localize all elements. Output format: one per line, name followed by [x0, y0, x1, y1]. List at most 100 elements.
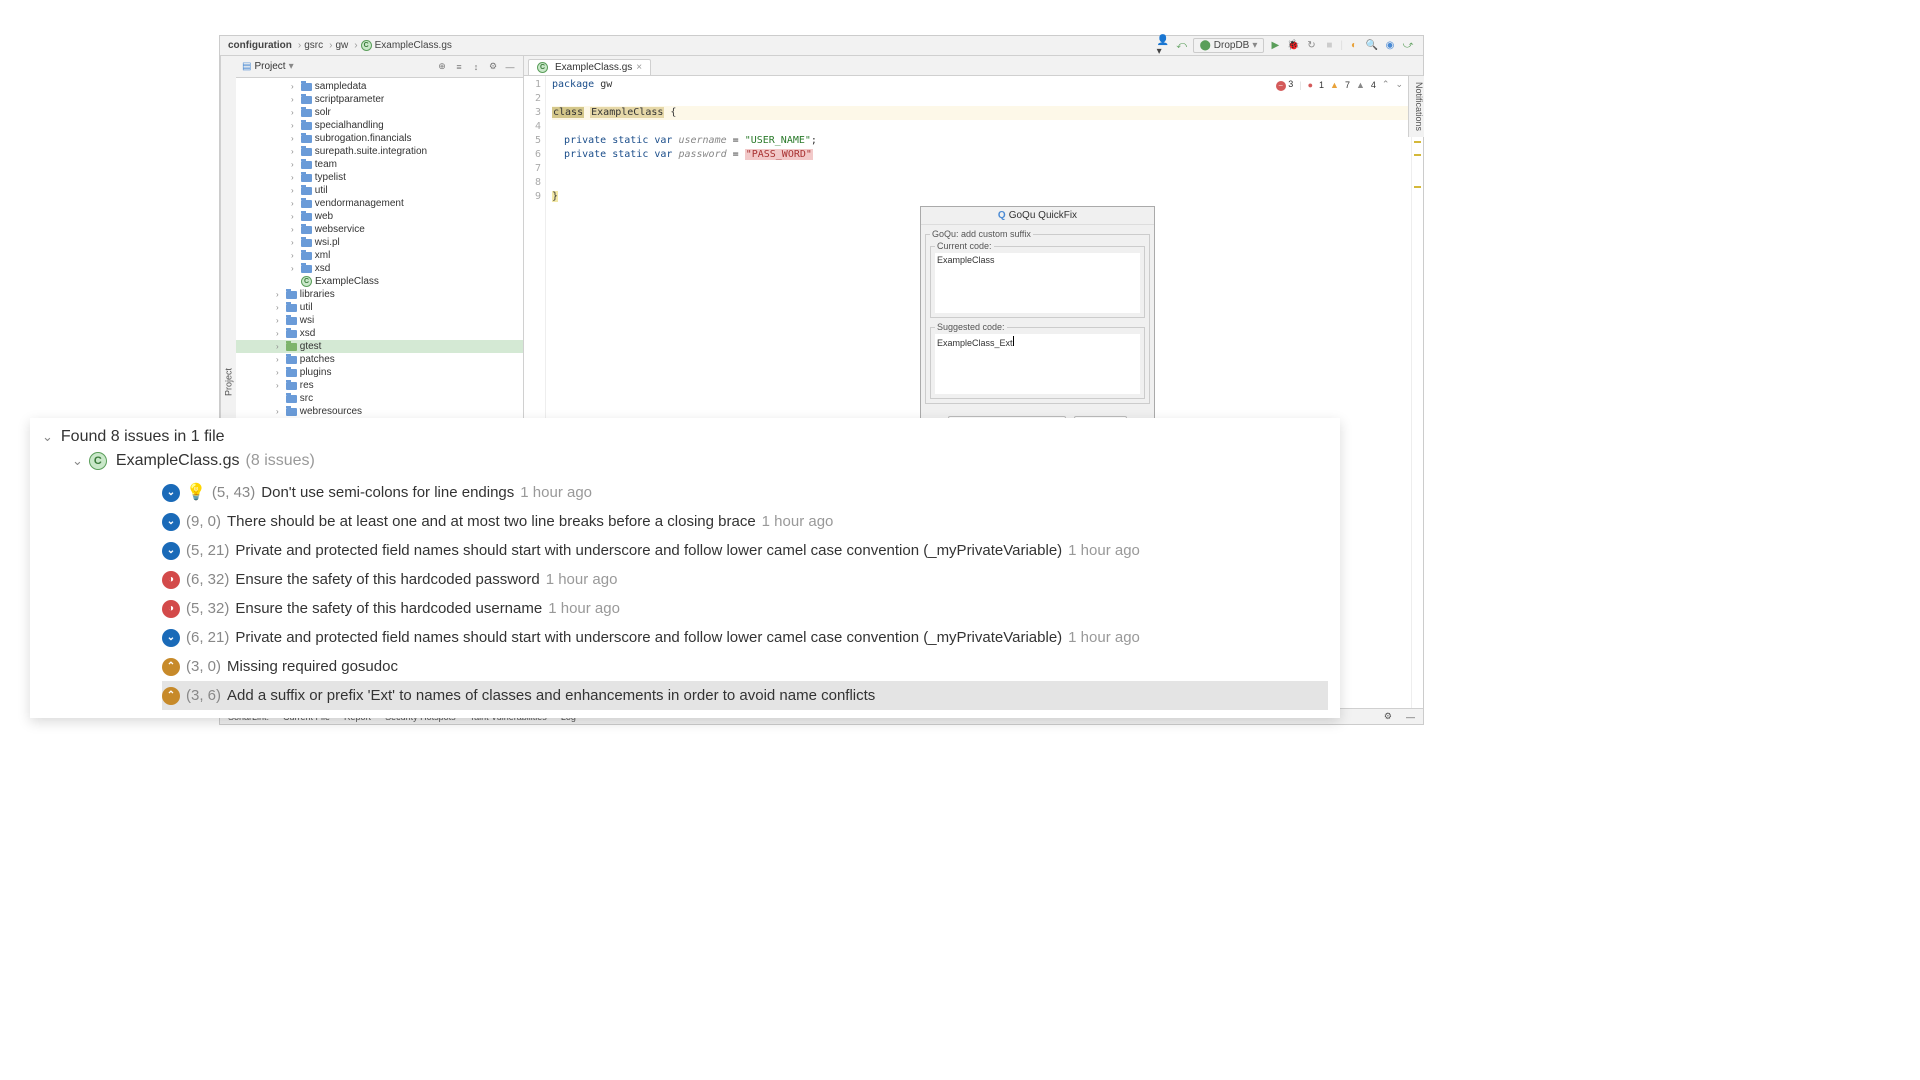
folder-icon — [286, 356, 297, 364]
tree-item[interactable]: › libraries — [236, 288, 523, 301]
tree-item[interactable]: › gtest — [236, 340, 523, 353]
folder-icon — [286, 317, 297, 325]
user-icon[interactable]: 👤▾ — [1157, 39, 1171, 53]
issue-time: 1 hour ago — [1068, 536, 1140, 565]
issue-location: (3, 0) — [186, 652, 221, 681]
folder-icon — [301, 148, 312, 156]
pin-icon[interactable]: ◉ — [1383, 39, 1397, 53]
forward-icon[interactable]: ⤻ — [1401, 39, 1415, 53]
tree-item[interactable]: src — [236, 392, 523, 405]
gear-icon[interactable]: ⚙ — [486, 60, 500, 74]
issue-item[interactable]: ⌃ (3, 0) Missing required gosudoc — [162, 652, 1328, 681]
issue-item[interactable]: ◑ (6, 32) Ensure the safety of this hard… — [162, 565, 1328, 594]
issue-severity-icon: ⌄ — [162, 484, 180, 502]
tree-item[interactable]: › sampledata — [236, 80, 523, 93]
vcs-icon[interactable]: ◐ — [1347, 39, 1361, 53]
project-panel-header: ▤ Project ▾ ⊕ ≡ ↕ ⚙ — — [236, 56, 523, 78]
class-icon: C — [89, 452, 107, 470]
gear-icon[interactable]: ⚙ — [1384, 711, 1392, 722]
folder-icon — [301, 135, 312, 143]
issues-file-row[interactable]: ⌄ C ExampleClass.gs (8 issues) — [72, 452, 1328, 470]
search-icon[interactable]: 🔍 — [1365, 39, 1379, 53]
stop-icon[interactable]: ■ — [1322, 39, 1336, 53]
issue-location: (6, 32) — [186, 565, 229, 594]
tree-item[interactable]: › util — [236, 301, 523, 314]
tree-item[interactable]: › vendormanagement — [236, 197, 523, 210]
toolbar-icons: 👤▾ ⤺ ⬤ DropDB ▾ ▶ 🐞 ↻ ■ | ◐ 🔍 ◉ ⤻ — [1157, 38, 1415, 53]
tree-item[interactable]: › subrogation.financials — [236, 132, 523, 145]
folder-icon — [301, 122, 312, 130]
chevron-down-icon[interactable]: ⌄ — [72, 453, 83, 469]
tree-item[interactable]: › wsi.pl — [236, 236, 523, 249]
issue-message: Add a suffix or prefix 'Ext' to names of… — [227, 681, 875, 710]
folder-icon — [301, 187, 312, 195]
debug-icon[interactable]: 🐞 — [1286, 39, 1300, 53]
tree-item[interactable]: › webservice — [236, 223, 523, 236]
tree-item[interactable]: › xsd — [236, 262, 523, 275]
chevron-down-icon[interactable]: ⌄ — [42, 429, 53, 445]
breadcrumb-item[interactable]: configuration — [228, 40, 292, 51]
issue-location: (6, 21) — [186, 623, 229, 652]
issue-item[interactable]: ⌄ 💡 (5, 43) Don't use semi-colons for li… — [162, 478, 1328, 507]
folder-icon — [286, 304, 297, 312]
close-icon[interactable]: × — [636, 62, 642, 73]
tree-item[interactable]: › xsd — [236, 327, 523, 340]
tree-item[interactable]: › patches — [236, 353, 523, 366]
issue-location: (3, 6) — [186, 681, 221, 710]
project-dropdown-icon[interactable]: ▤ — [242, 61, 251, 72]
folder-icon — [286, 330, 297, 338]
folder-icon — [301, 96, 312, 104]
dialog-subtitle: GoQu: add custom suffix — [930, 229, 1033, 239]
issue-message: Private and protected field names should… — [235, 536, 1062, 565]
tree-item[interactable]: › webresources — [236, 405, 523, 418]
suggested-code-text[interactable]: ExampleClass_Ext — [935, 334, 1140, 394]
inspection-badges[interactable]: – 3 | ●1 ▲7 ▲4 ⌃ ⌄ — [1276, 79, 1403, 91]
issues-header[interactable]: ⌄ Found 8 issues in 1 file — [42, 428, 1328, 446]
hide-icon[interactable]: — — [1406, 712, 1415, 722]
issues-panel: ⌄ Found 8 issues in 1 file ⌄ C ExampleCl… — [30, 418, 1340, 718]
folder-icon — [286, 408, 297, 416]
breadcrumb-item[interactable]: gsrc — [304, 40, 323, 51]
tree-item[interactable]: CExampleClass — [236, 275, 523, 288]
tree-item[interactable]: › util — [236, 184, 523, 197]
error-strip[interactable] — [1411, 76, 1423, 708]
run-config-dropdown[interactable]: ⬤ DropDB ▾ — [1193, 38, 1265, 53]
issue-item[interactable]: ⌄ (9, 0) There should be at least one an… — [162, 507, 1328, 536]
issue-message: There should be at least one and at most… — [227, 507, 756, 536]
tree-item[interactable]: › scriptparameter — [236, 93, 523, 106]
class-icon: C — [301, 276, 312, 287]
issue-item[interactable]: ⌃ (3, 6) Add a suffix or prefix 'Ext' to… — [162, 681, 1328, 710]
issue-item[interactable]: ⌄ (5, 21) Private and protected field na… — [162, 536, 1328, 565]
back-icon[interactable]: ⤺ — [1175, 39, 1189, 53]
target-icon[interactable]: ⊕ — [435, 60, 449, 74]
tree-item[interactable]: › xml — [236, 249, 523, 262]
folder-icon — [301, 226, 312, 234]
folder-icon — [301, 213, 312, 221]
editor-tab[interactable]: C ExampleClass.gs × — [528, 59, 651, 75]
folder-icon — [286, 382, 297, 390]
notifications-tool-button[interactable]: Notifications — [1408, 76, 1424, 137]
tree-item[interactable]: › team — [236, 158, 523, 171]
project-panel-title[interactable]: Project — [254, 61, 285, 72]
folder-icon — [286, 343, 297, 351]
expand-icon[interactable]: ↕ — [469, 60, 483, 74]
collapse-icon[interactable]: ≡ — [452, 60, 466, 74]
tree-item[interactable]: › solr — [236, 106, 523, 119]
tree-item[interactable]: › plugins — [236, 366, 523, 379]
tree-item[interactable]: › surepath.suite.integration — [236, 145, 523, 158]
issue-item[interactable]: ⌄ (6, 21) Private and protected field na… — [162, 623, 1328, 652]
tree-item[interactable]: › web — [236, 210, 523, 223]
folder-icon — [301, 265, 312, 273]
tree-item[interactable]: › wsi — [236, 314, 523, 327]
tree-item[interactable]: › specialhandling — [236, 119, 523, 132]
hide-icon[interactable]: — — [503, 60, 517, 74]
class-icon: C — [361, 40, 372, 51]
breadcrumb-item[interactable]: ExampleClass.gs — [375, 40, 452, 51]
bulb-icon[interactable]: 💡 — [186, 478, 206, 507]
breadcrumb-item[interactable]: gw — [335, 40, 348, 51]
refresh-icon[interactable]: ↻ — [1304, 39, 1318, 53]
issue-item[interactable]: ◑ (5, 32) Ensure the safety of this hard… — [162, 594, 1328, 623]
tree-item[interactable]: › res — [236, 379, 523, 392]
run-icon[interactable]: ▶ — [1268, 39, 1282, 53]
tree-item[interactable]: › typelist — [236, 171, 523, 184]
